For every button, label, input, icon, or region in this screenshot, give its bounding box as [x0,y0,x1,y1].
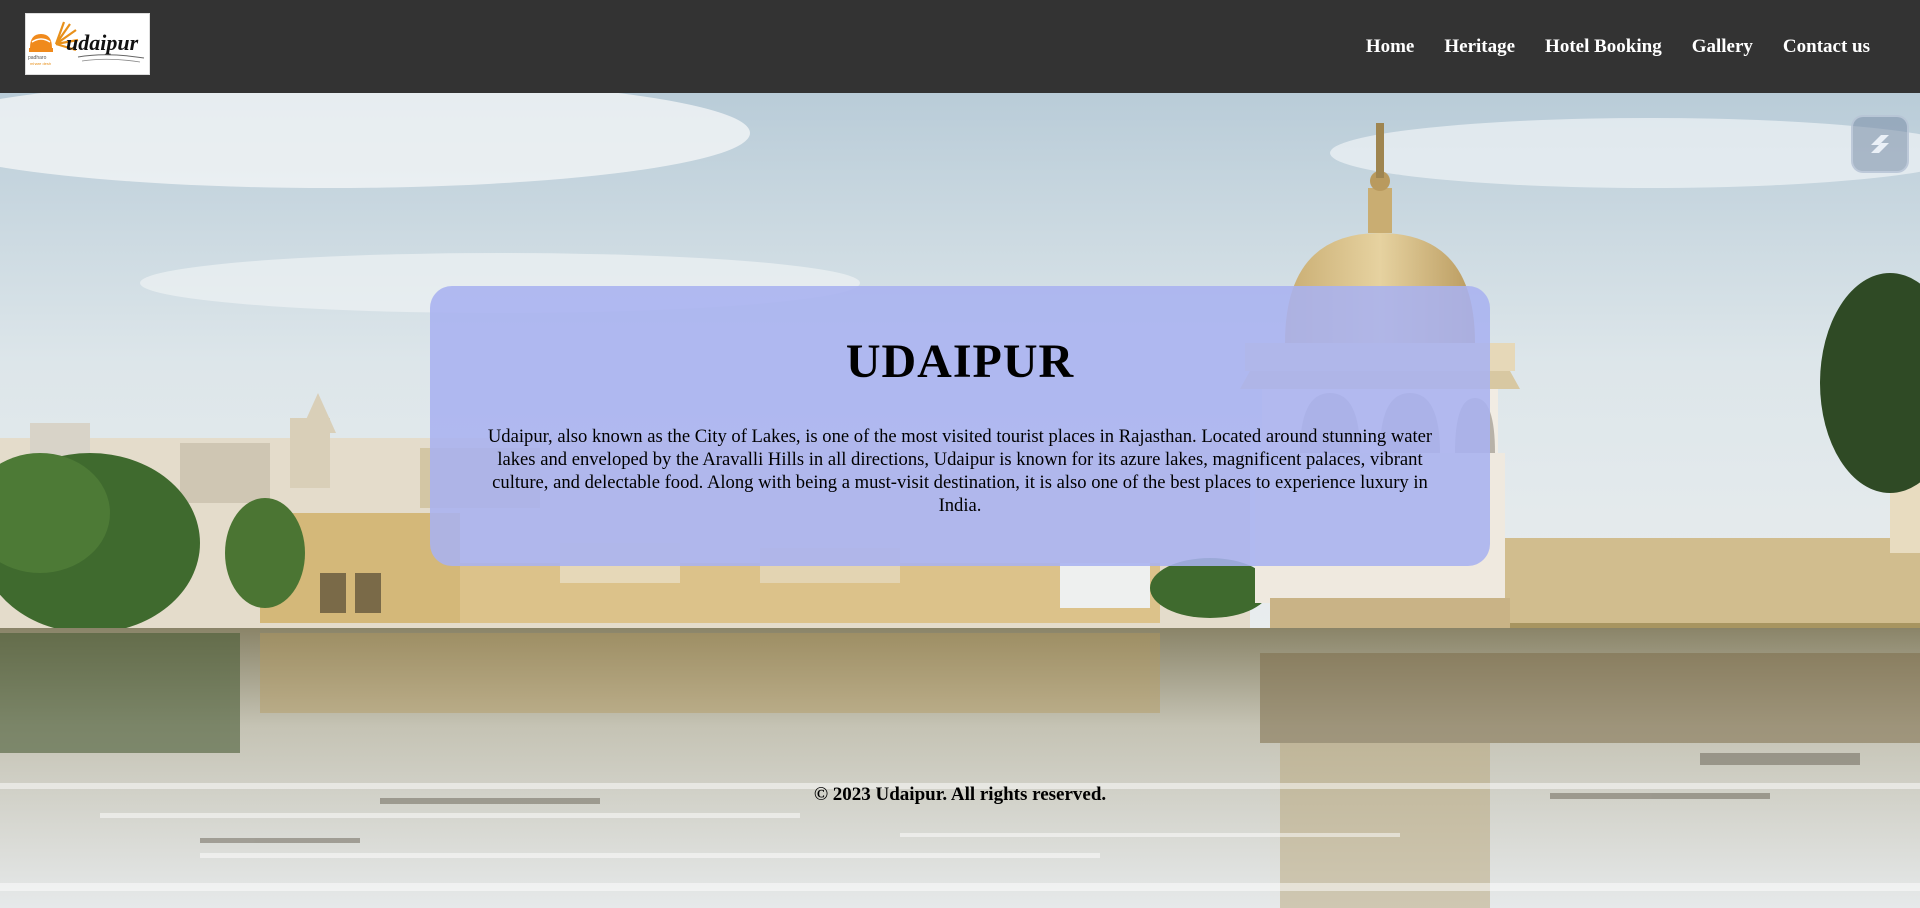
navbar: udaipur padharo mhare desh Home Heritage… [0,0,1920,93]
floating-extension-button[interactable] [1851,115,1909,173]
nav-gallery-link[interactable]: Gallery [1692,36,1753,58]
page-title: UDAIPUR [845,335,1075,388]
intro-description: Udaipur, also known as the City of Lakes… [487,426,1433,516]
intro-card: UDAIPUR Udaipur, also known as the City … [430,286,1490,566]
svg-text:mhare desh: mhare desh [30,61,51,66]
nav-heritage-link[interactable]: Heritage [1444,36,1515,58]
site-logo[interactable]: udaipur padharo mhare desh [25,13,150,75]
udaipur-logo-icon: udaipur padharo mhare desh [28,21,145,66]
extension-icon [1871,135,1889,153]
svg-text:udaipur: udaipur [66,30,139,55]
nav-home-link[interactable]: Home [1366,36,1415,58]
nav-contact-link[interactable]: Contact us [1783,36,1870,58]
nav-hotel-booking-link[interactable]: Hotel Booking [1545,36,1662,58]
main-nav: Home Heritage Hotel Booking Gallery Cont… [1336,36,1870,58]
copyright-footer: © 2023 Udaipur. All rights reserved. [813,784,1107,805]
